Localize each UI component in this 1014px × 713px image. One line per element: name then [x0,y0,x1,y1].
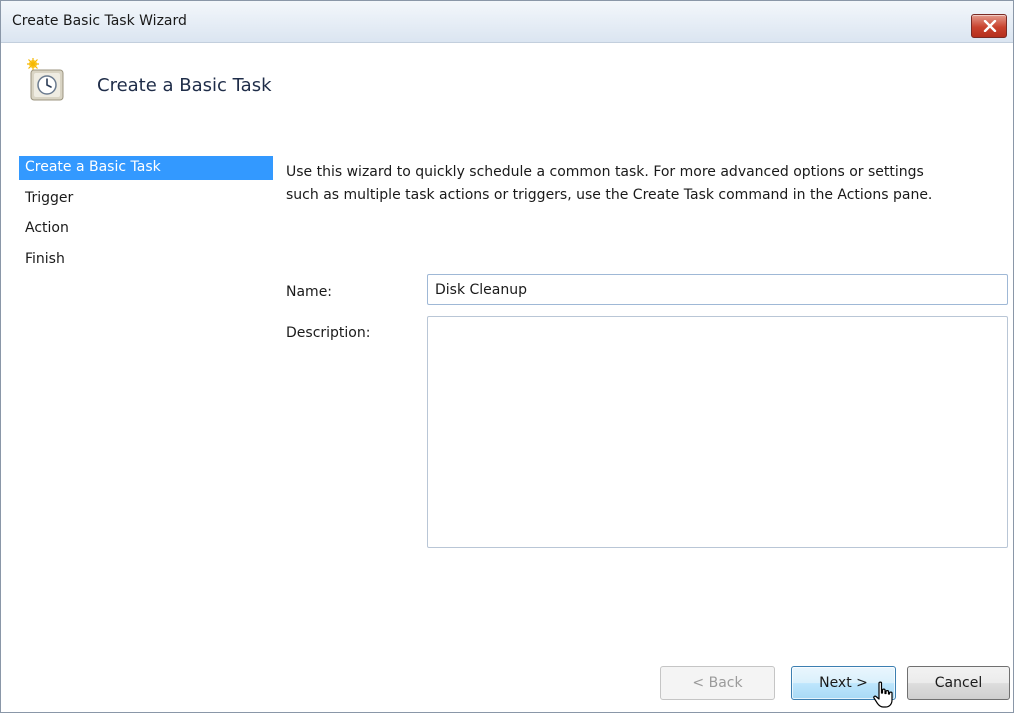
cancel-button[interactable]: Cancel [907,666,1010,700]
intro-line-1: Use this wizard to quickly schedule a co… [286,164,924,180]
step-label: Create a Basic Task [25,159,161,175]
close-button[interactable] [971,14,1007,38]
step-trigger[interactable]: Trigger [19,187,273,218]
name-label: Name: [286,284,333,300]
wizard-steps-nav: Create a Basic Task Trigger Action Finis… [19,156,273,278]
close-icon [983,20,997,32]
intro-line-2: such as multiple task actions or trigger… [286,187,933,203]
window-title: Create Basic Task Wizard [12,13,187,29]
hand-cursor-icon [873,681,893,708]
step-action[interactable]: Action [19,217,273,248]
description-label: Description: [286,325,371,341]
task-scheduler-clock-icon [27,58,64,101]
title-bar[interactable]: Create Basic Task Wizard [1,1,1013,43]
step-finish[interactable]: Finish [19,248,273,279]
name-input[interactable] [427,274,1008,305]
page-title: Create a Basic Task [97,75,272,96]
step-label: Finish [25,250,65,267]
step-label: Action [25,220,69,236]
wizard-window: Create Basic Task Wizard Create a Basic … [0,0,1014,713]
step-label: Trigger [25,189,74,206]
wizard-header: Create a Basic Task [1,44,1013,148]
back-button[interactable]: < Back [660,666,775,700]
intro-text: Use this wizard to quickly schedule a co… [286,161,1001,207]
step-create-basic-task[interactable]: Create a Basic Task [19,156,273,180]
wizard-content: Use this wizard to quickly schedule a co… [286,161,1001,207]
description-input[interactable] [427,316,1008,548]
